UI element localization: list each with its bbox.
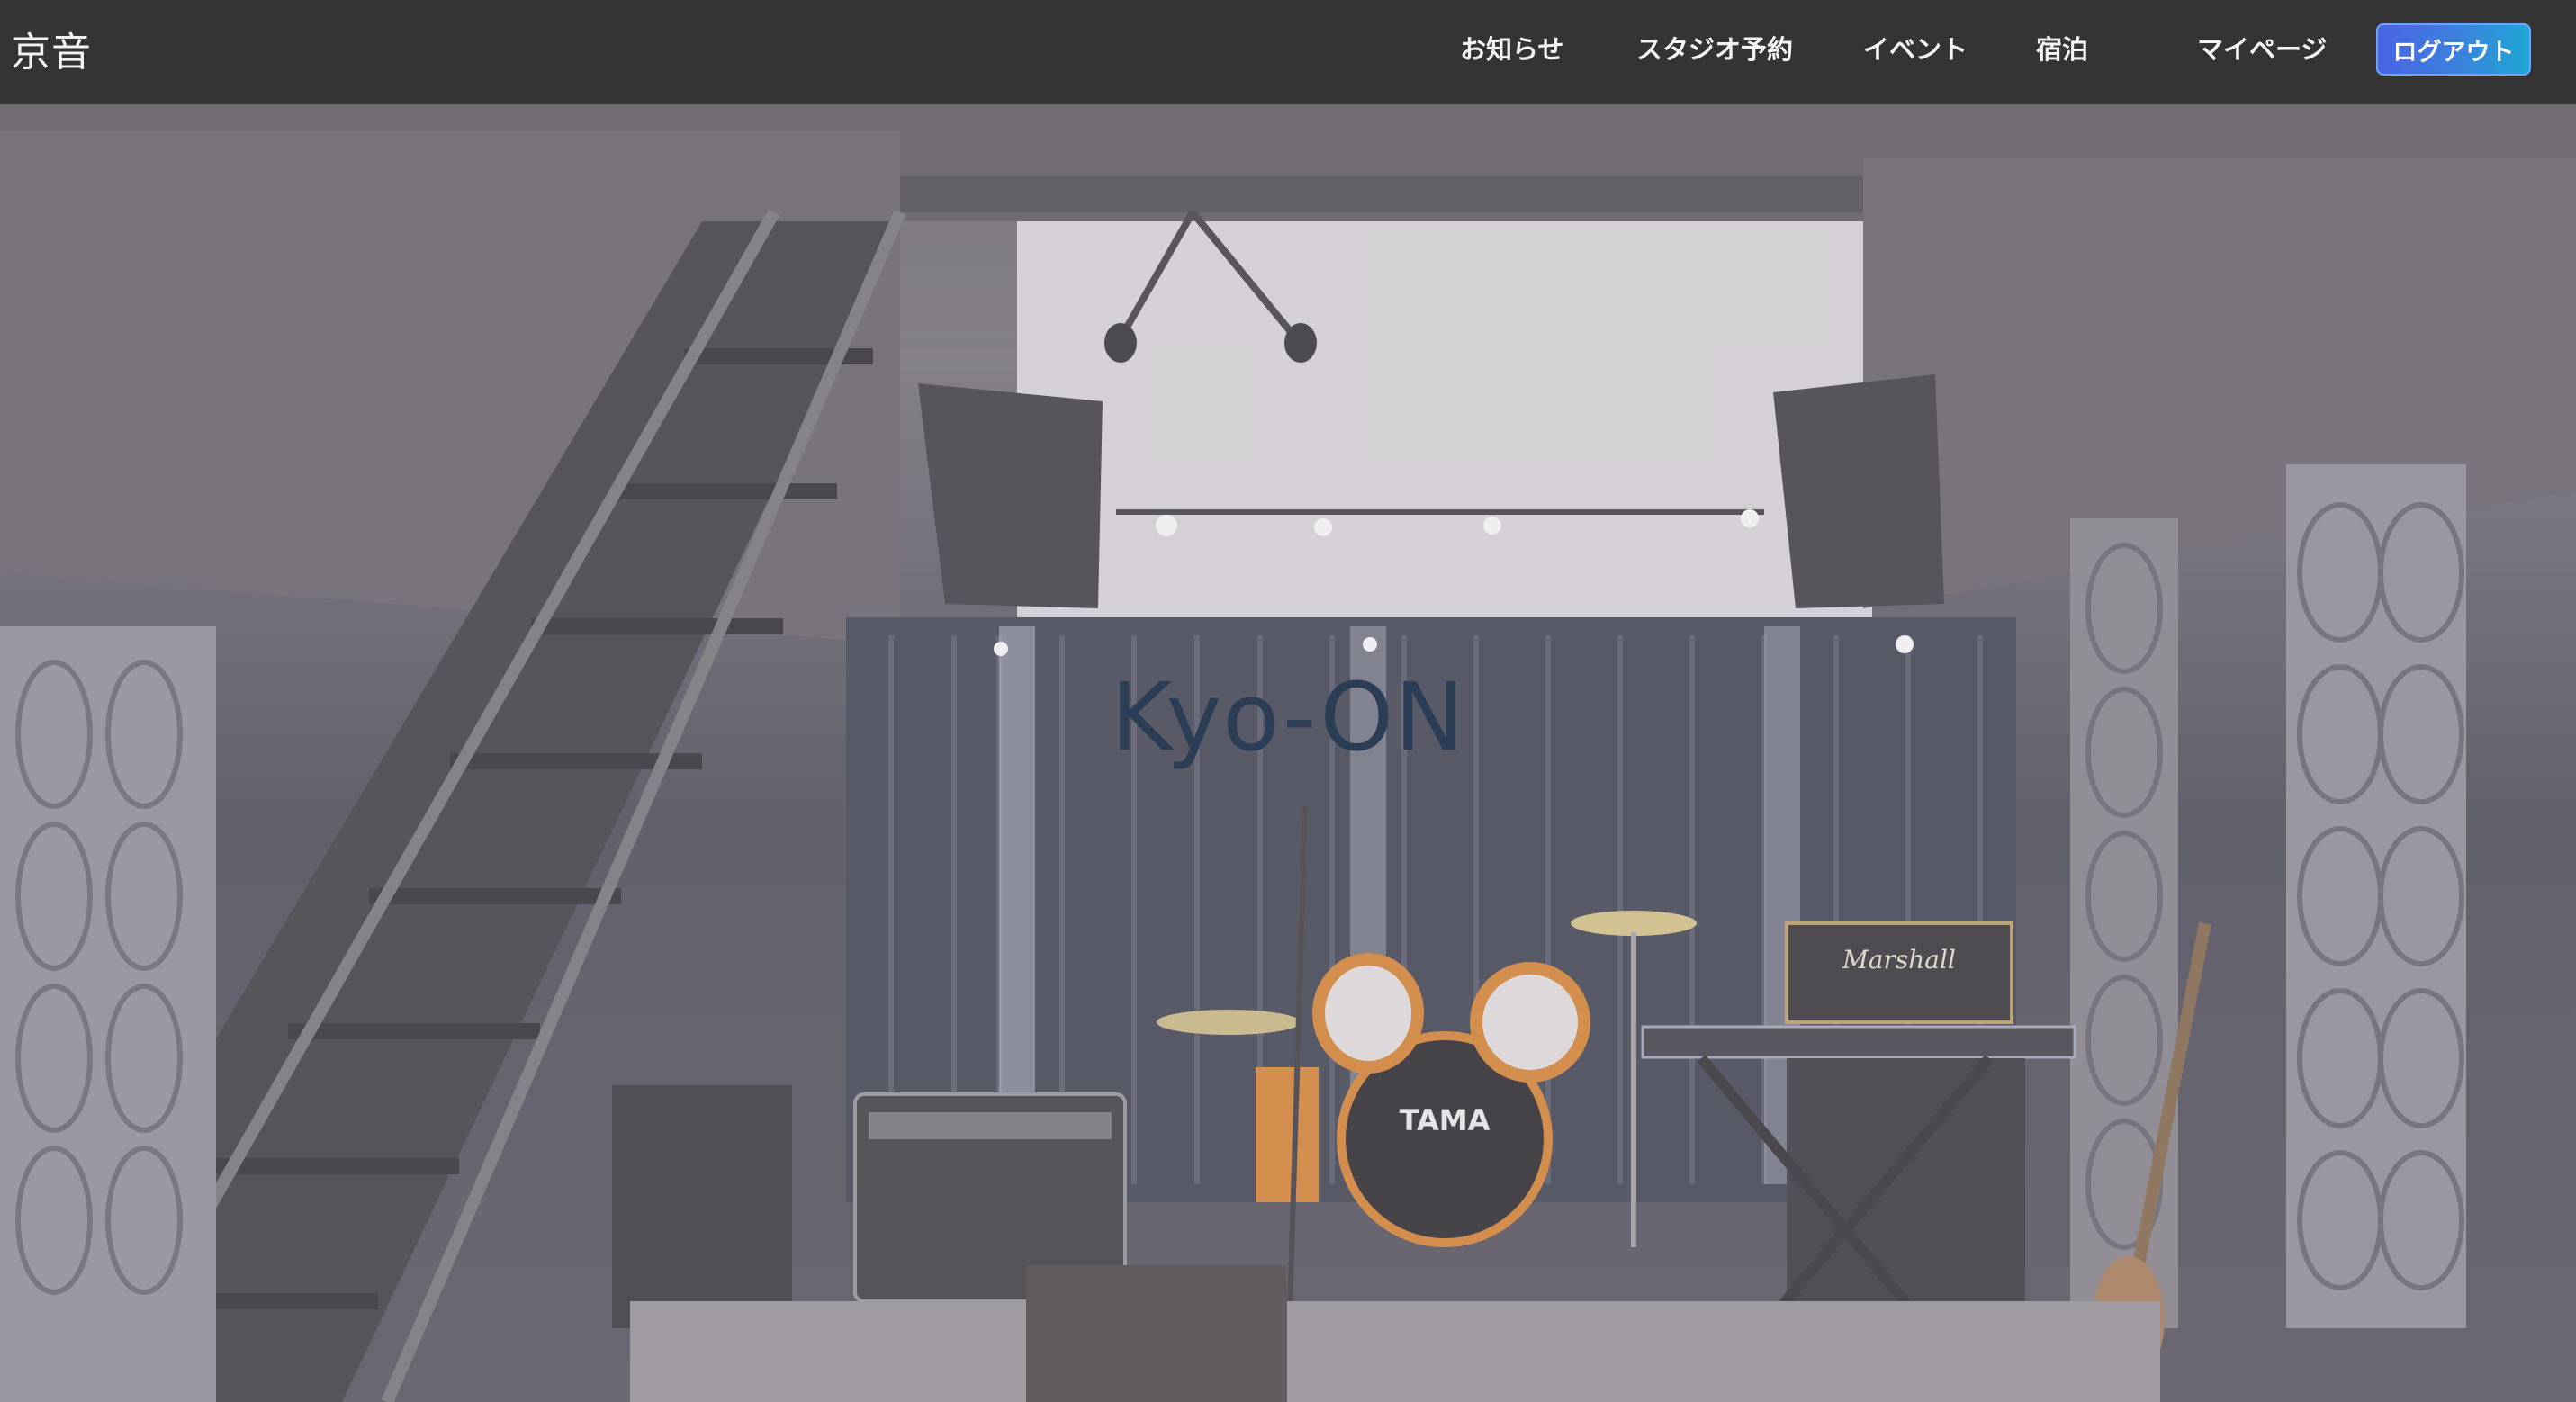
nav-news-link[interactable]: お知らせ (1460, 29, 1563, 67)
nav-mypage-link[interactable]: マイページ (2197, 29, 2327, 67)
nav-lodging-link[interactable]: 宿泊 (2036, 29, 2088, 67)
top-navbar: 京音 お知らせ スタジオ予約 イベント 宿泊 マイページ ログアウト (0, 0, 2576, 104)
logout-button[interactable]: ログアウト (2376, 23, 2531, 76)
brand-logo-text[interactable]: 京音 (11, 20, 92, 77)
hero-title: Kyo-ON (1111, 662, 1465, 772)
hero-section: TAMA Marshall Kyo-ON (0, 104, 2576, 1402)
nav-event-link[interactable]: イベント (1863, 29, 1968, 67)
nav-studio-booking-link[interactable]: スタジオ予約 (1636, 29, 1793, 67)
